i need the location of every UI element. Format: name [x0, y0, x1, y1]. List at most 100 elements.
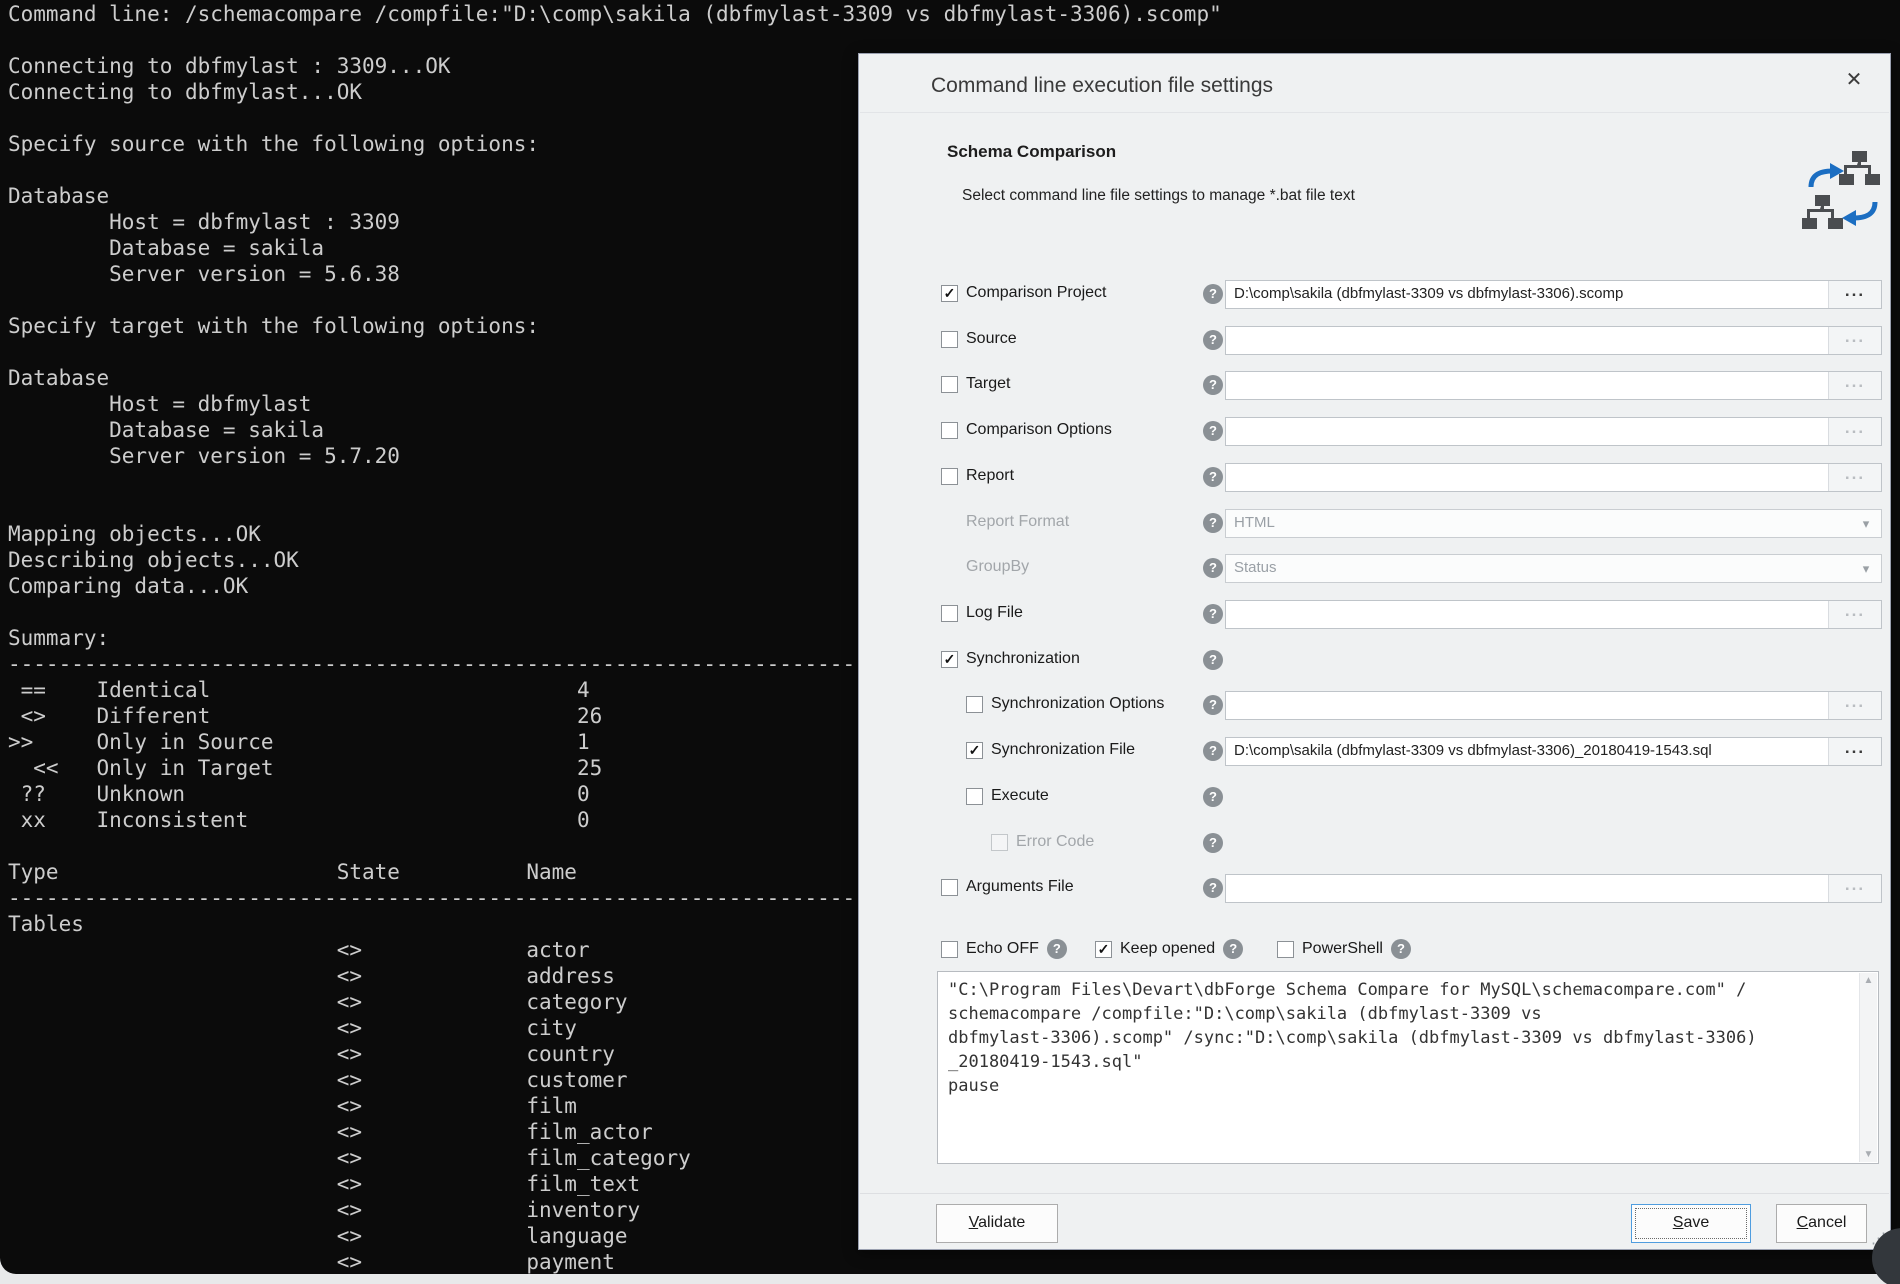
scroll-down-icon[interactable]: ▼ [1860, 1149, 1877, 1160]
input-synchronization-options[interactable]: ... [1225, 691, 1882, 720]
checkbox-comparison-project[interactable]: ✓ [941, 285, 958, 302]
help-icon[interactable]: ? [1047, 939, 1067, 959]
help-icon[interactable]: ? [1203, 284, 1223, 304]
section-title: Schema Comparison [947, 142, 1116, 162]
checkbox-synchronization[interactable]: ✓ [941, 651, 958, 668]
checkbox-error-code [991, 834, 1008, 851]
scrollbar[interactable]: ▲ ▼ [1859, 973, 1877, 1162]
flag-powershell: PowerShell? [1277, 935, 1411, 963]
setting-row-groupby: GroupBy?Status▾ [859, 551, 1890, 585]
select-groupby: Status▾ [1225, 554, 1882, 583]
checkbox-target[interactable] [941, 376, 958, 393]
input-report[interactable]: ... [1225, 463, 1882, 492]
browse-button-source[interactable]: ... [1828, 327, 1881, 354]
input-value-target[interactable] [1226, 372, 1828, 399]
help-icon[interactable]: ? [1203, 421, 1223, 441]
help-icon[interactable]: ? [1203, 695, 1223, 715]
select-report-format: HTML▾ [1225, 509, 1882, 538]
help-icon[interactable]: ? [1203, 513, 1223, 533]
checkbox-execute[interactable] [966, 788, 983, 805]
label-synchronization-options: Synchronization Options [991, 695, 1164, 713]
input-value-comparison-project[interactable]: D:\comp\sakila (dbfmylast-3309 vs dbfmyl… [1226, 281, 1828, 308]
checkbox-log-file[interactable] [941, 605, 958, 622]
setting-row-execute: Execute? [859, 780, 1890, 814]
label-powershell: PowerShell [1302, 940, 1383, 958]
checkbox-synchronization-options[interactable] [966, 696, 983, 713]
help-icon[interactable]: ? [1203, 558, 1223, 578]
browse-button-synchronization-options[interactable]: ... [1828, 692, 1881, 719]
help-icon[interactable]: ? [1203, 375, 1223, 395]
checkbox-keep-opened[interactable]: ✓ [1095, 941, 1112, 958]
section-subtitle: Select command line file settings to man… [962, 187, 1355, 205]
select-value-report-format: HTML [1226, 510, 1851, 537]
checkbox-report[interactable] [941, 468, 958, 485]
input-value-comparison-options[interactable] [1226, 418, 1828, 445]
help-icon[interactable]: ? [1203, 878, 1223, 898]
input-target[interactable]: ... [1225, 371, 1882, 400]
input-value-log-file[interactable] [1226, 601, 1828, 628]
help-icon[interactable]: ? [1203, 833, 1223, 853]
checkbox-echo-off[interactable] [941, 941, 958, 958]
label-target: Target [966, 375, 1010, 393]
label-arguments-file: Arguments File [966, 878, 1074, 896]
checkbox-source[interactable] [941, 331, 958, 348]
bat-script-box: "C:\Program Files\Devart\dbForge Schema … [937, 971, 1879, 1164]
setting-row-synchronization: ✓ Synchronization? [859, 643, 1890, 677]
close-icon[interactable]: ✕ [1840, 66, 1868, 94]
setting-row-target: Target?... [859, 368, 1890, 402]
checkbox-arguments-file[interactable] [941, 879, 958, 896]
label-source: Source [966, 330, 1017, 348]
label-comparison-options: Comparison Options [966, 421, 1112, 439]
cancel-button[interactable]: Cancel [1776, 1204, 1867, 1243]
footer-divider [860, 1193, 1889, 1194]
input-log-file[interactable]: ... [1225, 600, 1882, 629]
input-value-synchronization-options[interactable] [1226, 692, 1828, 719]
label-keep-opened: Keep opened [1120, 940, 1215, 958]
label-synchronization: Synchronization [966, 650, 1080, 668]
help-icon[interactable]: ? [1203, 650, 1223, 670]
input-comparison-options[interactable]: ... [1225, 417, 1882, 446]
label-synchronization-file: Synchronization File [991, 741, 1135, 759]
validate-button[interactable]: Validate [936, 1204, 1058, 1243]
input-comparison-project[interactable]: D:\comp\sakila (dbfmylast-3309 vs dbfmyl… [1225, 280, 1882, 309]
help-icon[interactable]: ? [1391, 939, 1411, 959]
dialog-title: Command line execution file settings [931, 74, 1273, 98]
setting-row-log-file: Log File?... [859, 597, 1890, 631]
browse-button-arguments-file[interactable]: ... [1828, 875, 1881, 902]
checkbox-synchronization-file[interactable]: ✓ [966, 742, 983, 759]
chevron-down-icon: ▾ [1851, 510, 1881, 537]
help-icon[interactable]: ? [1203, 467, 1223, 487]
input-source[interactable]: ... [1225, 326, 1882, 355]
setting-row-comparison-options: Comparison Options?... [859, 414, 1890, 448]
chevron-down-icon: ▾ [1851, 555, 1881, 582]
browse-button-target[interactable]: ... [1828, 372, 1881, 399]
setting-row-source: Source?... [859, 323, 1890, 357]
flag-echo-off: Echo OFF? [941, 935, 1067, 963]
input-arguments-file[interactable]: ... [1225, 874, 1882, 903]
browse-button-synchronization-file[interactable]: ... [1828, 738, 1881, 765]
setting-row-comparison-project: ✓Comparison Project?D:\comp\sakila (dbfm… [859, 277, 1890, 311]
checkbox-comparison-options[interactable] [941, 422, 958, 439]
input-value-synchronization-file[interactable]: D:\comp\sakila (dbfmylast-3309 vs dbfmyl… [1226, 738, 1828, 765]
browse-button-comparison-project[interactable]: ... [1828, 281, 1881, 308]
label-groupby: GroupBy [966, 558, 1029, 576]
screenshot-root: Command line: /schemacompare /compfile:"… [0, 0, 1900, 1284]
browse-button-report[interactable]: ... [1828, 464, 1881, 491]
label-report-format: Report Format [966, 513, 1069, 531]
scroll-up-icon[interactable]: ▲ [1860, 975, 1877, 986]
input-value-report[interactable] [1226, 464, 1828, 491]
help-icon[interactable]: ? [1203, 330, 1223, 350]
help-icon[interactable]: ? [1203, 741, 1223, 761]
label-error-code: Error Code [1016, 833, 1094, 851]
help-icon[interactable]: ? [1203, 604, 1223, 624]
input-synchronization-file[interactable]: D:\comp\sakila (dbfmylast-3309 vs dbfmyl… [1225, 737, 1882, 766]
save-button[interactable]: Save [1631, 1204, 1751, 1243]
bat-script-text[interactable]: "C:\Program Files\Devart\dbForge Schema … [938, 972, 1878, 1104]
input-value-source[interactable] [1226, 327, 1828, 354]
browse-button-log-file[interactable]: ... [1828, 601, 1881, 628]
help-icon[interactable]: ? [1223, 939, 1243, 959]
input-value-arguments-file[interactable] [1226, 875, 1828, 902]
help-icon[interactable]: ? [1203, 787, 1223, 807]
checkbox-powershell[interactable] [1277, 941, 1294, 958]
browse-button-comparison-options[interactable]: ... [1828, 418, 1881, 445]
